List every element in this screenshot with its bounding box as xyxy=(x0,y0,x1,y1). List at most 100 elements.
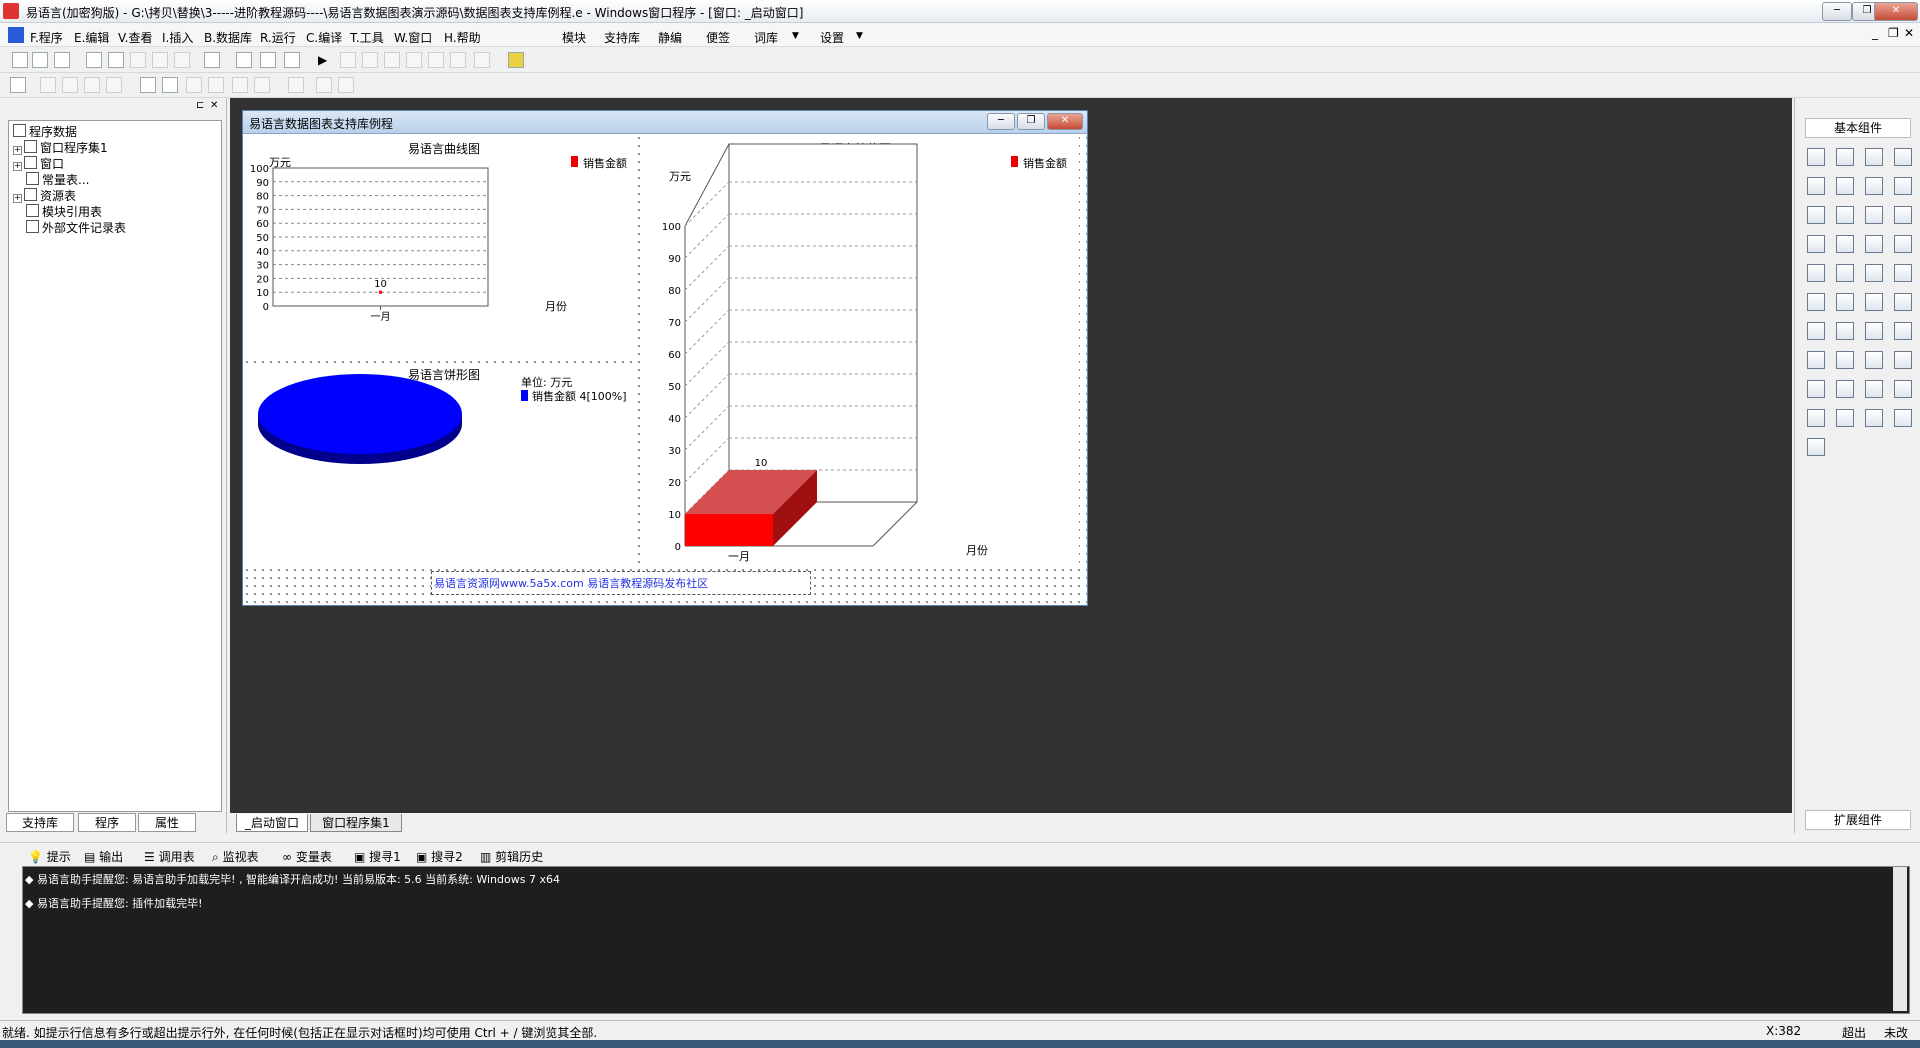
step-into-icon[interactable] xyxy=(384,52,400,68)
tool-listbox-icon[interactable] xyxy=(1807,235,1825,253)
same-width-icon[interactable] xyxy=(232,77,248,93)
menu-database[interactable]: B.数据库 xyxy=(204,29,252,46)
center-h-icon[interactable] xyxy=(140,77,156,93)
tool-clock-icon[interactable] xyxy=(1836,380,1854,398)
tree-root[interactable]: 程序数据 xyxy=(13,123,77,140)
redo-icon[interactable] xyxy=(174,52,190,68)
tab-program[interactable]: 程序 xyxy=(78,813,136,832)
close-button[interactable]: ✕ xyxy=(1874,2,1918,21)
paste-icon[interactable] xyxy=(130,52,146,68)
tree-item[interactable]: + 窗口程序集1 xyxy=(13,139,108,156)
tool-text-icon[interactable] xyxy=(1865,177,1883,195)
tab-watch[interactable]: ⌕ 监视表 xyxy=(212,848,259,865)
form-close-button[interactable]: ✕ xyxy=(1047,113,1083,130)
app-icon[interactable] xyxy=(3,3,19,19)
tab-hint[interactable]: 💡 提示 xyxy=(28,848,71,865)
form-minimize-button[interactable]: ─ xyxy=(987,113,1015,130)
space-v-icon[interactable] xyxy=(208,77,224,93)
tool-combo-icon[interactable] xyxy=(1894,206,1912,224)
undo-icon[interactable] xyxy=(152,52,168,68)
new-file-icon[interactable] xyxy=(12,52,28,68)
tool-pointer-icon[interactable] xyxy=(1807,148,1825,166)
tool-db-icon[interactable] xyxy=(1836,409,1854,427)
hand-icon[interactable] xyxy=(474,52,490,68)
tool-list-icon[interactable] xyxy=(1865,206,1883,224)
menu-help[interactable]: H.帮助 xyxy=(444,29,481,46)
layout1-icon[interactable] xyxy=(236,52,252,68)
layout3-icon[interactable] xyxy=(284,52,300,68)
menu-support-lib[interactable]: 支持库 xyxy=(604,29,640,46)
align-bottom-icon[interactable] xyxy=(106,77,122,93)
tool-report-icon[interactable] xyxy=(1807,351,1825,369)
tab-window-class[interactable]: 窗口程序集1 xyxy=(310,814,402,832)
align-top-icon[interactable] xyxy=(84,77,100,93)
grid-icon[interactable] xyxy=(10,77,26,93)
mdi-close-icon[interactable]: ✕ xyxy=(1904,26,1914,40)
tool-tree-icon[interactable] xyxy=(1836,351,1854,369)
layout2-icon[interactable] xyxy=(260,52,276,68)
tool-datetime-icon[interactable] xyxy=(1894,264,1912,282)
tool-grid-icon[interactable] xyxy=(1836,322,1854,340)
tool-timer-icon[interactable] xyxy=(1836,264,1854,282)
pie-chart[interactable]: 易语言饼形图 单位: 万元 销售金额 4[100%] xyxy=(243,366,633,566)
tool-mdi-icon[interactable] xyxy=(1894,380,1912,398)
tool-printer-icon[interactable] xyxy=(1865,322,1883,340)
find-icon[interactable] xyxy=(204,52,220,68)
tree-item[interactable]: 模块引用表 xyxy=(26,203,102,220)
form-window[interactable]: 易语言数据图表支持库例程 ─ ❐ ✕ 易语言曲线图 万元 销售金额 0 10 20 3… xyxy=(242,110,1088,606)
tool-calendar-icon[interactable] xyxy=(1807,293,1825,311)
tree-item[interactable]: 常量表... xyxy=(26,171,89,188)
align-right-icon[interactable] xyxy=(62,77,78,93)
copy-icon[interactable] xyxy=(108,52,124,68)
menu-run[interactable]: R.运行 xyxy=(260,29,296,46)
tool-picture-icon[interactable] xyxy=(1865,148,1883,166)
menu-settings[interactable]: 设置 xyxy=(820,29,844,46)
tab-properties[interactable]: 属性 xyxy=(138,813,196,832)
tab-start-window[interactable]: _启动窗口 xyxy=(236,814,308,832)
tool-status-icon[interactable] xyxy=(1807,380,1825,398)
panel-close-icon[interactable]: ✕ xyxy=(210,100,218,111)
tool-checkbox-icon[interactable] xyxy=(1807,206,1825,224)
tool-tab-icon[interactable] xyxy=(1807,264,1825,282)
tab-variables[interactable]: ∞ 变量表 xyxy=(282,848,332,865)
tool-toolbar-icon[interactable] xyxy=(1894,351,1912,369)
menu-insert[interactable]: I.插入 xyxy=(162,29,193,46)
tree-item[interactable]: + 窗口 xyxy=(13,155,64,172)
tool-table-icon[interactable] xyxy=(1807,409,1825,427)
step-out-icon[interactable] xyxy=(428,52,444,68)
line-chart[interactable]: 易语言曲线图 万元 销售金额 0 10 20 30 40 50 60 70 80 90 100 一月 1… xyxy=(243,134,633,358)
order-icon[interactable] xyxy=(338,77,354,93)
tab-support-lib[interactable]: 支持库 xyxy=(6,813,74,832)
tool-button-icon[interactable] xyxy=(1836,293,1854,311)
minimize-button[interactable]: ─ xyxy=(1822,2,1852,21)
align-left-icon[interactable] xyxy=(40,77,56,93)
chevron-down-icon[interactable]: ▼ xyxy=(856,31,863,41)
helper-icon[interactable] xyxy=(508,52,524,68)
bar-chart[interactable]: 易语言柱状图 万元 销售金额 010203040506070809010010一… xyxy=(641,134,1079,566)
tool-file-icon[interactable] xyxy=(1894,293,1912,311)
menu-module[interactable]: 模块 xyxy=(562,29,586,46)
same-height-icon[interactable] xyxy=(254,77,270,93)
open-folder-icon[interactable] xyxy=(32,52,48,68)
tool-line-icon[interactable] xyxy=(1894,177,1912,195)
same-size-icon[interactable] xyxy=(288,77,304,93)
tool-frame-icon[interactable] xyxy=(1836,177,1854,195)
menu-window[interactable]: W.窗口 xyxy=(394,29,432,46)
tool-edit-icon[interactable] xyxy=(1807,177,1825,195)
output-scrollbar[interactable] xyxy=(1893,867,1907,1011)
tool-dropdown-icon[interactable] xyxy=(1894,235,1912,253)
menu-view[interactable]: V.查看 xyxy=(118,29,152,46)
toolbox-extended-header[interactable]: 扩展组件 xyxy=(1805,810,1911,830)
run-icon[interactable]: ▶ xyxy=(318,53,327,67)
toolbox-basic-header[interactable]: 基本组件 xyxy=(1805,118,1911,138)
link-label[interactable]: 易语言资源网www.5a5x.com 易语言教程源码发布社区 xyxy=(431,571,811,595)
tree-item[interactable]: 外部文件记录表 xyxy=(26,219,126,236)
cut-icon[interactable] xyxy=(86,52,102,68)
tab-output[interactable]: ▤ 输出 xyxy=(84,848,123,865)
step-over-icon[interactable] xyxy=(406,52,422,68)
tool-label-icon[interactable] xyxy=(1836,148,1854,166)
tab-call-stack[interactable]: ☰ 调用表 xyxy=(144,848,195,865)
tool-slider-icon[interactable] xyxy=(1836,235,1854,253)
tool-progress-icon[interactable] xyxy=(1865,264,1883,282)
space-h-icon[interactable] xyxy=(186,77,202,93)
